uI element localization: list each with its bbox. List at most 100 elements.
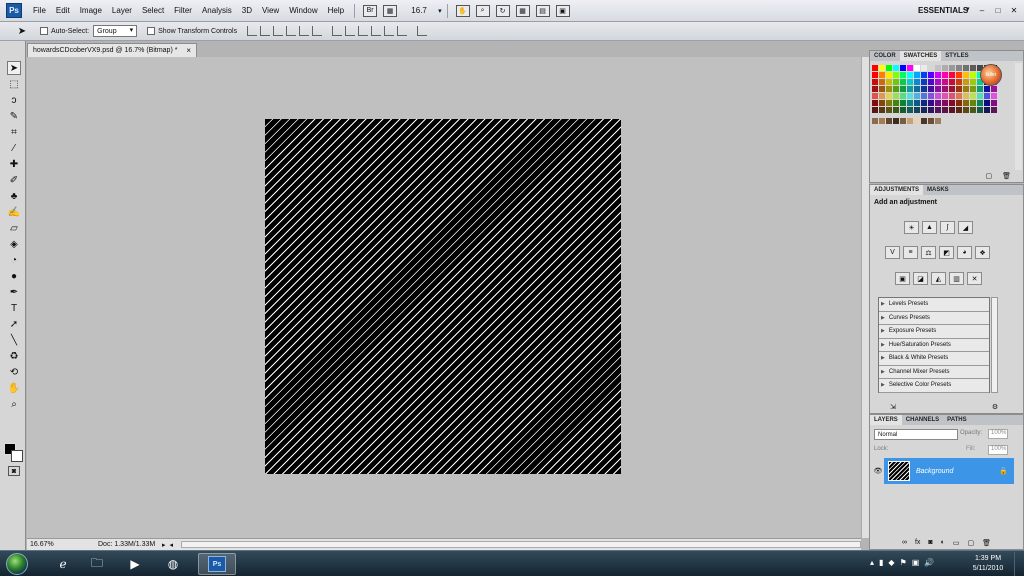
color-swatch[interactable] (872, 79, 878, 85)
distribute-right-icon[interactable] (397, 26, 408, 36)
minimize-button[interactable]: – (976, 4, 988, 16)
trash-icon[interactable]: 🗑 (982, 539, 991, 547)
color-swatch[interactable] (935, 72, 941, 78)
color-swatch[interactable] (914, 118, 920, 124)
brightness-contrast-icon[interactable]: ☀ (904, 221, 919, 234)
color-swatch[interactable] (872, 118, 878, 124)
color-swatch[interactable] (921, 72, 927, 78)
history-brush-tool-icon[interactable]: ✍ (7, 205, 21, 219)
color-swatch[interactable] (872, 65, 878, 71)
auto-align-icon[interactable] (417, 26, 428, 36)
menu-edit[interactable]: Edit (51, 6, 75, 15)
menu-filter[interactable]: Filter (169, 6, 197, 15)
color-swatch[interactable] (886, 86, 892, 92)
marquee-tool-icon[interactable]: ⬚ (7, 77, 21, 91)
menu-analysis[interactable]: Analysis (197, 6, 237, 15)
color-swatch[interactable] (942, 79, 948, 85)
color-swatch[interactable] (949, 100, 955, 106)
align-left-icon[interactable] (286, 26, 297, 36)
trash-icon[interactable]: 🗑 (1002, 172, 1011, 180)
color-swatch[interactable] (928, 72, 934, 78)
color-swatch[interactable] (921, 107, 927, 113)
color-swatch[interactable] (900, 72, 906, 78)
preset-item[interactable]: ▶ Channel Mixer Presets (879, 366, 989, 379)
brush-tool-icon[interactable]: ✐ (7, 173, 21, 187)
gradient-map-icon[interactable]: ▥ (949, 272, 964, 285)
color-swatch[interactable] (949, 79, 955, 85)
color-swatch[interactable] (879, 93, 885, 99)
color-swatch[interactable] (977, 107, 983, 113)
internet-explorer-icon[interactable]: ℯ (48, 553, 78, 575)
preset-item[interactable]: ▶ Hue/Saturation Presets (879, 339, 989, 352)
color-swatch[interactable] (914, 72, 920, 78)
preset-item[interactable]: ▶ Curves Presets (879, 312, 989, 325)
hand-tool-icon[interactable]: ✋ (455, 4, 470, 17)
move-tool-icon[interactable]: ➤ (7, 61, 21, 75)
3d-orbit-tool-icon[interactable]: ⟲ (7, 365, 21, 379)
photoshop-taskbar-button[interactable]: Ps (198, 553, 236, 575)
network-icon[interactable]: ▮ (879, 558, 883, 567)
color-swatch[interactable] (935, 107, 941, 113)
menu-3d[interactable]: 3D (237, 6, 257, 15)
color-swatch[interactable] (914, 79, 920, 85)
opacity-field[interactable]: 100% (988, 429, 1008, 439)
paint-bucket-tool-icon[interactable]: ◈ (7, 237, 21, 251)
flag-icon[interactable]: ⚑ (900, 558, 907, 567)
color-swatch[interactable] (893, 86, 899, 92)
color-swatch[interactable] (928, 100, 934, 106)
color-swatch[interactable] (900, 65, 906, 71)
preset-item[interactable]: ▶ Exposure Presets (879, 325, 989, 339)
document-workspace[interactable] (27, 57, 861, 538)
close-button[interactable]: ✕ (1008, 4, 1020, 16)
color-swatch[interactable] (942, 65, 948, 71)
color-swatch[interactable] (886, 72, 892, 78)
media-player-icon[interactable]: ▶ (120, 553, 150, 575)
new-adjustment-layer-icon[interactable]: ◐ (941, 539, 945, 547)
color-swatch[interactable] (956, 86, 962, 92)
color-swatch[interactable] (956, 93, 962, 99)
background-color-swatch[interactable] (11, 450, 23, 462)
color-swatch[interactable] (900, 100, 906, 106)
swatch-grid[interactable] (872, 65, 997, 117)
restore-button[interactable]: □ (992, 4, 1004, 16)
lasso-tool-icon[interactable]: ↄ (7, 93, 21, 107)
layer-mask-icon[interactable]: ◙ (928, 539, 932, 547)
swatch-row-extra[interactable] (872, 118, 992, 124)
clone-stamp-tool-icon[interactable]: ♣ (7, 189, 21, 203)
color-swatch[interactable] (970, 86, 976, 92)
layer-style-icon[interactable]: fx (915, 539, 920, 547)
chevron-down-icon[interactable]: ▾ (966, 5, 970, 13)
color-swatch[interactable] (893, 118, 899, 124)
color-swatch[interactable] (928, 107, 934, 113)
color-swatch[interactable] (921, 93, 927, 99)
auto-select-dropdown[interactable]: Group (93, 25, 138, 37)
eye-icon[interactable]: 👁 (872, 458, 884, 484)
color-swatch[interactable] (949, 107, 955, 113)
color-swatch[interactable] (970, 100, 976, 106)
color-swatch[interactable] (921, 79, 927, 85)
color-swatch[interactable] (928, 65, 934, 71)
color-swatch[interactable] (907, 118, 913, 124)
align-bottom-icon[interactable] (273, 26, 284, 36)
exposure-icon[interactable]: ◢ (958, 221, 973, 234)
color-swatch[interactable] (977, 93, 983, 99)
color-swatch[interactable] (991, 86, 997, 92)
color-swatch[interactable] (963, 107, 969, 113)
curves-icon[interactable]: ∫ (940, 221, 955, 234)
color-swatch[interactable] (907, 65, 913, 71)
color-swatch[interactable] (963, 72, 969, 78)
color-swatch[interactable] (963, 100, 969, 106)
color-swatch[interactable] (963, 93, 969, 99)
color-swatch[interactable] (900, 93, 906, 99)
transform-controls-checkbox[interactable] (147, 27, 156, 35)
hue-saturation-icon[interactable]: ≡ (903, 246, 918, 259)
color-swatch[interactable] (872, 93, 878, 99)
color-swatch[interactable] (907, 79, 913, 85)
clock[interactable]: 1:39 PM 5/11/2010 (968, 554, 1008, 574)
blur-tool-icon[interactable]: ◔ (7, 253, 21, 267)
color-swatch[interactable] (900, 107, 906, 113)
color-swatch[interactable] (984, 107, 990, 113)
color-swatch[interactable] (970, 93, 976, 99)
vertical-scrollbar[interactable] (861, 57, 869, 538)
color-swatch[interactable] (886, 93, 892, 99)
